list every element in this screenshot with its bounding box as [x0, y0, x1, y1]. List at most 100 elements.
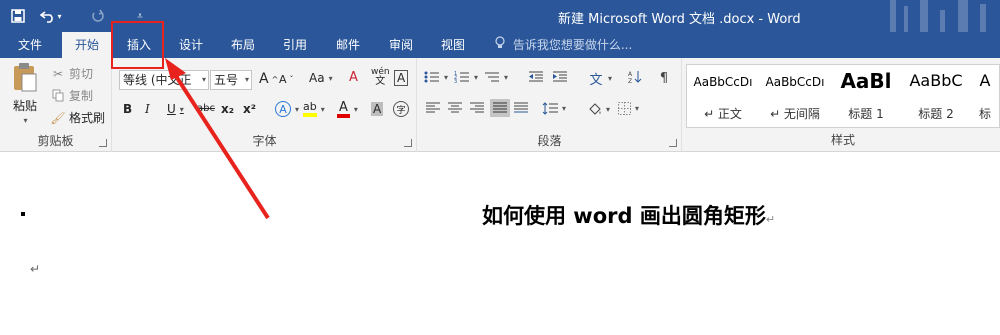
character-shading-button[interactable]: A [371, 102, 384, 116]
sort-button[interactable]: AZ [628, 70, 642, 84]
strikethrough-button[interactable]: abc [197, 103, 215, 114]
tab-file[interactable]: 文件 [0, 32, 60, 58]
tab-references[interactable]: 引用 [270, 32, 320, 58]
align-center-button[interactable] [448, 102, 462, 114]
font-family-dropdown-icon: ▾ [201, 75, 206, 84]
text-effects-button[interactable]: A ▾ [275, 101, 299, 117]
clear-formatting-button[interactable]: A [349, 70, 358, 85]
character-border-icon: A [394, 70, 409, 86]
title-bar-decoration [890, 0, 986, 32]
shrink-font-button[interactable]: Aˇ [279, 73, 294, 86]
document-page[interactable]: 如何使用 word 画出圆角矩形↵ ↵ [0, 152, 1000, 335]
show-hide-marks-button[interactable]: ¶ [656, 70, 672, 86]
format-painter-label: 格式刷 [69, 111, 106, 125]
superscript-button[interactable]: x² [243, 102, 256, 116]
phonetic-guide-button[interactable]: wén 文 [371, 68, 390, 87]
decrease-indent-button[interactable] [528, 70, 544, 84]
paint-bucket-icon [586, 101, 602, 117]
tab-design[interactable]: 设计 [166, 32, 216, 58]
align-right-icon [470, 102, 484, 113]
cut-label: 剪切 [69, 67, 94, 81]
borders-icon [618, 102, 631, 115]
increase-indent-button[interactable] [552, 70, 568, 84]
paste-button[interactable]: 粘贴 ▾ [8, 62, 42, 125]
change-case-button[interactable]: Aa ▾ [309, 71, 333, 85]
paste-label: 粘贴 [12, 99, 37, 113]
line-spacing-button[interactable]: ▾ [542, 102, 566, 115]
bullets-button[interactable]: ▾ [424, 70, 448, 84]
tab-review[interactable]: 审阅 [376, 32, 426, 58]
multilevel-list-icon [485, 72, 499, 82]
window-title: 新建 Microsoft Word 文档 .docx - Word [558, 12, 801, 27]
style-heading-1[interactable]: AaBl 标题 1 [831, 65, 901, 127]
subscript-button[interactable]: x₂ [221, 102, 234, 116]
subscript-icon: x₂ [221, 102, 234, 116]
paragraph-launcher-icon[interactable] [669, 139, 677, 147]
align-left-button[interactable] [426, 102, 440, 114]
copy-button[interactable]: 复制 [50, 87, 93, 104]
shrink-font-icon: A [279, 73, 287, 86]
tab-view[interactable]: 视图 [428, 32, 478, 58]
redo-icon[interactable] [86, 5, 110, 27]
format-painter-button[interactable]: 🖌 格式刷 [50, 109, 105, 126]
grow-font-icon: A [259, 71, 269, 87]
paragraph-group-label: 段落 [537, 134, 562, 148]
font-size-select[interactable]: 五号 ▾ [210, 70, 252, 90]
font-color-icon: A [337, 101, 350, 118]
pilcrow-icon: ¶ [659, 70, 669, 86]
undo-icon[interactable]: ▾ [36, 5, 66, 27]
align-right-button[interactable] [470, 102, 484, 114]
numbering-button[interactable]: 1 2 3 ▾ [454, 70, 478, 84]
font-launcher-icon[interactable] [404, 139, 412, 147]
asian-layout-button[interactable]: 文 ▾ [588, 70, 612, 88]
document-heading[interactable]: 如何使用 word 画出圆角矩形↵ [482, 200, 775, 230]
style-title[interactable]: A 标 [971, 65, 999, 127]
font-family-select[interactable]: 等线 (中文正 ▾ [119, 70, 209, 90]
style-heading-2-name: 标题 2 [918, 107, 954, 121]
align-center-icon [448, 102, 462, 113]
style-heading-2[interactable]: AaBbC 标题 2 [901, 65, 971, 127]
distributed-button[interactable] [514, 102, 528, 114]
cut-button[interactable]: ✂ 剪切 [50, 65, 93, 82]
style-title-name: 标 [978, 107, 991, 121]
copy-icon [50, 88, 66, 104]
clipboard-launcher-icon[interactable] [99, 139, 107, 147]
highlight-color-button[interactable]: ab ▾ [303, 101, 325, 117]
paste-icon [12, 62, 38, 95]
bold-button[interactable]: B [123, 102, 132, 116]
enclose-characters-icon: 字 [393, 101, 409, 117]
tell-me-text: 告诉我您想要做什么... [512, 38, 633, 52]
tell-me-search[interactable]: 告诉我您想要做什么... [495, 32, 632, 58]
clipboard-group: 粘贴 ▾ ✂ 剪切 复制 🖌 格式刷 剪贴板 [0, 58, 112, 152]
decrease-indent-icon [529, 71, 543, 82]
document-heading-text: 如何使用 word 画出圆角矩形 [482, 204, 766, 228]
enclose-characters-button[interactable]: 字 [393, 101, 409, 117]
grow-font-button[interactable]: A ^ [259, 71, 278, 87]
borders-button[interactable]: ▾ [618, 102, 639, 115]
text-effects-icon: A [275, 101, 291, 117]
style-no-spacing[interactable]: AaBbCcDı ↵ 无间隔 [759, 65, 831, 127]
shading-button[interactable]: ▾ [586, 101, 610, 117]
font-size-dropdown-icon: ▾ [244, 75, 249, 84]
style-normal[interactable]: AaBbCcDı ↵ 正文 [687, 65, 759, 127]
tab-layout[interactable]: 布局 [218, 32, 268, 58]
paragraph-mark: ↵ [765, 213, 776, 226]
underline-button[interactable]: U ▾ [167, 102, 184, 116]
strikethrough-icon: abc [197, 103, 215, 114]
italic-icon: I [145, 102, 150, 116]
character-border-button[interactable]: A [394, 70, 409, 86]
tab-mailings[interactable]: 邮件 [323, 32, 373, 58]
font-color-button[interactable]: A ▾ [337, 101, 358, 118]
style-heading-1-sample: AaBl [840, 69, 892, 93]
style-title-sample: A [979, 71, 991, 90]
justify-button[interactable] [490, 99, 510, 117]
asian-layout-icon: 文 [589, 72, 603, 88]
svg-text:Z: Z [628, 78, 632, 84]
save-icon[interactable] [6, 5, 30, 27]
tab-home[interactable]: 开始 [62, 32, 112, 58]
distributed-icon [514, 102, 528, 113]
svg-text:A: A [628, 71, 633, 78]
underline-icon: U [167, 102, 176, 116]
italic-button[interactable]: I [145, 102, 150, 116]
multilevel-list-button[interactable]: ▾ [484, 70, 508, 84]
